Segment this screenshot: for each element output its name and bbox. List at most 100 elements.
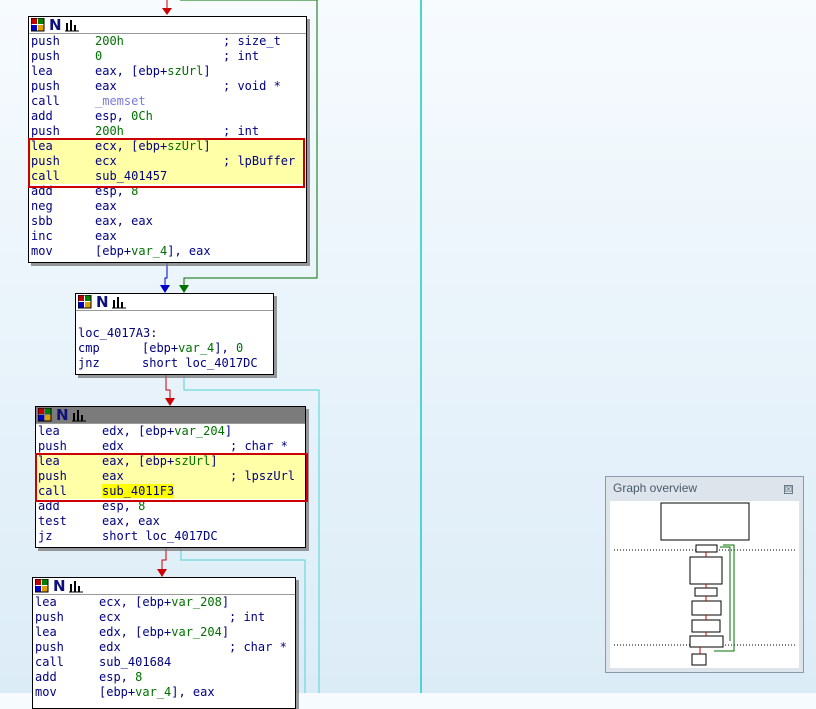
operand: eax, [ebp+ — [95, 64, 168, 78]
variable-ref[interactable]: var_4 — [131, 244, 167, 258]
variable-ref[interactable]: var_208 — [171, 595, 222, 609]
color-grid-icon[interactable] — [35, 579, 49, 593]
color-grid-icon[interactable] — [78, 295, 92, 309]
operand: short loc_4017DC — [102, 529, 218, 543]
n-rename-icon[interactable]: N — [56, 408, 70, 423]
chart-icon[interactable] — [112, 295, 126, 309]
comment: ; void * — [223, 79, 281, 93]
instruction-line[interactable]: call sub_401684 — [33, 655, 295, 670]
instruction-line[interactable]: jnz short loc_4017DC — [76, 356, 273, 371]
instruction-line[interactable]: push edx ; char * — [33, 640, 295, 655]
chart-icon[interactable] — [72, 408, 86, 422]
mnemonic: cmp — [78, 341, 100, 355]
instruction-line[interactable]: lea eax, [ebp+szUrl] — [29, 64, 306, 79]
minimap-node — [694, 587, 718, 597]
block-header: N — [29, 17, 306, 34]
operand: ecx — [99, 610, 121, 624]
color-grid-icon[interactable] — [31, 18, 45, 32]
variable-ref[interactable]: var_4 — [135, 685, 171, 699]
instruction-line[interactable]: cmp [ebp+var_4], 0 — [76, 341, 273, 356]
instruction-line[interactable]: push eax ; void * — [29, 79, 306, 94]
graph-overview-panel[interactable]: Graph overview ☒ — [605, 476, 804, 673]
block-header: N — [36, 407, 305, 424]
operand: ] — [224, 424, 233, 438]
operand: eax, eax — [102, 514, 160, 528]
n-rename-icon[interactable]: N — [49, 18, 63, 33]
color-grid-icon[interactable] — [38, 408, 52, 422]
n-rename-icon[interactable]: N — [96, 295, 110, 310]
code-block-2[interactable]: N loc_4017A3: cmp [ebp+var_4], 0 jnz short l… — [75, 293, 274, 375]
instruction-line[interactable]: add esp, 0Ch — [29, 109, 306, 124]
operand: edx — [102, 439, 124, 453]
variable-ref[interactable]: var_204 — [174, 424, 225, 438]
graph-overview-minimap[interactable] — [610, 501, 799, 668]
comment: ; char * — [229, 640, 287, 654]
minimap-node — [689, 556, 723, 585]
operand: edx, [ebp+ — [99, 625, 172, 639]
instruction-line[interactable]: neg eax — [29, 199, 306, 214]
close-icon[interactable]: ☒ — [784, 485, 793, 494]
instruction-line[interactable]: mov [ebp+var_4], eax — [29, 244, 306, 259]
number-literal: 0 — [235, 341, 244, 355]
minimap-node — [691, 653, 707, 666]
comment: ; int — [229, 610, 266, 624]
operand: short loc_4017DC — [142, 356, 258, 370]
number-literal: 200h — [95, 34, 124, 48]
instruction-line[interactable]: sbb eax, eax — [29, 214, 306, 229]
n-rename-icon[interactable]: N — [53, 579, 67, 594]
instruction-list: loc_4017A3: cmp [ebp+var_4], 0 jnz short loc… — [76, 311, 273, 371]
instruction-line[interactable]: add esp, 8 — [33, 670, 295, 685]
operand[interactable]: _memset — [95, 94, 146, 108]
instruction-line[interactable]: lea edx, [ebp+var_204] — [33, 625, 295, 640]
mnemonic: push — [38, 439, 67, 453]
mnemonic: test — [38, 514, 67, 528]
instruction-line[interactable]: push 200h ; size_t — [29, 34, 306, 49]
instruction-line[interactable]: inc eax — [29, 229, 306, 244]
instruction-line[interactable]: jz short loc_4017DC — [36, 529, 305, 544]
graph-view-canvas[interactable]: N push 200h; size_t push 0; int lea eax, [ebp… — [0, 0, 816, 709]
variable-ref[interactable]: szUrl — [167, 64, 203, 78]
comment: ; int — [223, 49, 260, 63]
code-label: loc_4017A3: — [78, 326, 158, 340]
mnemonic: neg — [31, 199, 53, 213]
instruction-line[interactable]: push 0 ; int — [29, 49, 306, 64]
operand: eax — [95, 199, 117, 213]
operand: [ebp+ — [99, 685, 136, 699]
instruction-line[interactable]: push edx ; char * — [36, 439, 305, 454]
mnemonic: call — [31, 94, 60, 108]
variable-ref[interactable]: var_4 — [178, 341, 214, 355]
minimap-node — [695, 544, 718, 553]
operand: ] — [203, 64, 211, 78]
operand: ], eax — [167, 244, 211, 258]
edge-block3-to-block4 — [157, 546, 167, 577]
instruction-line[interactable]: test eax, eax — [36, 514, 305, 529]
number-literal: 0 — [95, 49, 103, 63]
code-block-4[interactable]: N lea ecx, [ebp+var_208] push ecx ; int lea ed… — [32, 577, 296, 709]
variable-ref[interactable]: var_204 — [171, 625, 222, 639]
mnemonic: add — [35, 670, 57, 684]
operand: eax — [95, 229, 117, 243]
minimap-viewport — [660, 502, 750, 541]
instruction-line[interactable]: lea edx, [ebp+var_204] — [36, 424, 305, 439]
code-label-line[interactable]: loc_4017A3: — [76, 326, 273, 341]
operand: ], eax — [171, 685, 215, 699]
mnemonic: jz — [38, 529, 53, 543]
mnemonic: push — [31, 124, 60, 138]
chart-icon[interactable] — [65, 18, 79, 32]
instruction-line[interactable]: call _memset — [29, 94, 306, 109]
operand: esp, — [99, 670, 136, 684]
instruction-line[interactable]: lea ecx, [ebp+var_208] — [33, 595, 295, 610]
mnemonic: lea — [35, 625, 57, 639]
instruction-line[interactable]: push ecx ; int — [33, 610, 295, 625]
instruction-line[interactable] — [76, 311, 273, 326]
operand: sub_401684 — [99, 655, 172, 669]
graph-overview-title: Graph overview — [613, 481, 698, 495]
number-literal: 200h — [95, 124, 124, 138]
comment: ; size_t — [223, 34, 281, 48]
operand: ecx, [ebp+ — [99, 595, 172, 609]
operand: eax, eax — [95, 214, 153, 228]
edge-block1-to-block2 — [160, 262, 170, 293]
mnemonic: call — [35, 655, 64, 669]
chart-icon[interactable] — [69, 579, 83, 593]
instruction-line[interactable]: push 200h ; int — [29, 124, 306, 139]
